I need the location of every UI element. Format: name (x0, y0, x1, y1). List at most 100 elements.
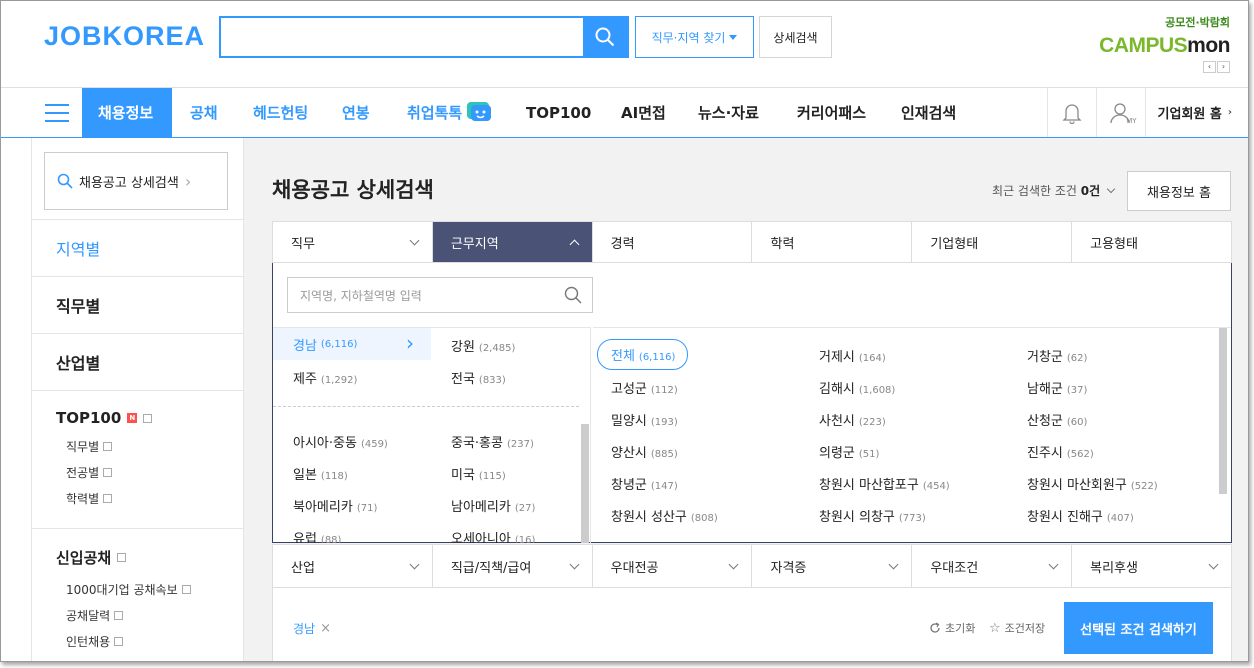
region-item[interactable]: 제주 (1,292) (293, 368, 357, 387)
scrollbar[interactable] (1219, 328, 1227, 494)
tab-job[interactable]: 직무 (273, 222, 433, 262)
my-page-button[interactable]: MY (1095, 88, 1145, 137)
selected-tag[interactable]: 경남 × (293, 620, 331, 637)
sidebar-item-industry[interactable]: 산업별 (32, 333, 244, 389)
detail-search-link[interactable]: 채용공고 상세검색 › (44, 152, 228, 210)
subregion-item[interactable]: 창원시 성산구 (808) (611, 506, 718, 525)
corp-home-button[interactable]: 기업회원 홈 › (1144, 88, 1248, 137)
prev-icon[interactable]: ‹ (1203, 61, 1216, 73)
tab-region[interactable]: 근무지역 (432, 222, 593, 262)
region-item[interactable]: 미국 (115) (451, 464, 506, 483)
filter-tabs-bottom: 산업 직급/직책/급여 우대전공 자격증 우대조건 복리후생 (272, 544, 1232, 588)
top100-sub-edu[interactable]: 학력별 (66, 485, 244, 511)
subregion-item[interactable]: 창원시 마산합포구 (454) (819, 474, 950, 493)
chevron-down-icon (729, 559, 739, 569)
region-count: (833) (478, 375, 506, 386)
notification-button[interactable] (1046, 88, 1096, 137)
tab-welfare[interactable]: 복리후생 (1072, 545, 1231, 587)
region-item[interactable]: 전국 (833) (451, 368, 506, 387)
region-item[interactable]: 중국·홍콩 (237) (451, 432, 534, 451)
save-condition-button[interactable]: ☆ 조건저장 (989, 620, 1045, 636)
subregion-count: (407) (1106, 513, 1134, 524)
logo[interactable]: JOBKOREA (44, 21, 205, 52)
search-icon (595, 27, 615, 47)
tab-license[interactable]: 자격증 (752, 545, 913, 587)
detail-search-button[interactable]: 상세검색 (759, 16, 832, 58)
subregion-item[interactable]: 산청군 (60) (1027, 410, 1087, 429)
region-item[interactable]: 유럽 (88) (293, 528, 341, 543)
search-input[interactable] (221, 18, 583, 56)
menu-icon[interactable] (45, 104, 69, 122)
region-search-input[interactable]: 지역명, 지하철역명 입력 (287, 277, 593, 313)
subregion-item-all[interactable]: 전체 (6,116) (597, 339, 689, 370)
recruit-home-button[interactable]: 채용정보 홈 (1127, 171, 1231, 211)
tab-company-type[interactable]: 기업형태 (912, 222, 1073, 262)
nav-item-headhunting[interactable]: 헤드헌팅 (253, 88, 308, 137)
nav-item-salary[interactable]: 연봉 (342, 88, 370, 137)
region-item[interactable]: 일본 (118) (293, 464, 348, 483)
subregion-item[interactable]: 창원시 마산회원구 (522) (1027, 474, 1158, 493)
subregion-item[interactable]: 창녕군 (147) (611, 474, 678, 493)
nav-item-talk[interactable]: 취업톡톡 (407, 88, 493, 137)
gongchae-sub-calendar[interactable]: 공채달력 (66, 602, 244, 628)
region-item-gyeongnam[interactable]: 경남 (6,116) › (273, 328, 431, 360)
region-item[interactable]: 오세아니아 (16) (451, 528, 535, 543)
top100-sub-job[interactable]: 직무별 (66, 433, 244, 459)
tab-position[interactable]: 직급/직책/급여 (433, 545, 593, 587)
subregion-count: (6,116) (638, 352, 676, 363)
tab-education[interactable]: 학력 (752, 222, 913, 262)
search-selected-button[interactable]: 선택된 조건 검색하기 (1064, 602, 1213, 654)
sidebar-item-region[interactable]: 지역별 (32, 219, 244, 275)
nav-item-talent-search[interactable]: 인재검색 (901, 88, 956, 137)
search-button[interactable] (583, 18, 627, 56)
gongchae-sub-intern[interactable]: 인턴채용 (66, 628, 244, 654)
job-area-button[interactable]: 직무·지역 찾기 (635, 16, 754, 58)
tab-career[interactable]: 경력 (593, 222, 753, 262)
campusmon-banner[interactable]: 공모전·박람회 CAMPUSmon ‹ › (1090, 14, 1230, 76)
subregion-item[interactable]: 양산시 (885) (611, 442, 678, 461)
subregion-item[interactable]: 거창군 (62) (1027, 346, 1087, 365)
region-item[interactable]: 남아메리카 (27) (451, 496, 535, 515)
subregion-count: (193) (650, 417, 678, 428)
subregion-count: (223) (858, 417, 886, 428)
nav-item-recruit[interactable]: 채용정보 (82, 88, 172, 137)
top100-head[interactable]: TOP100 N (56, 409, 244, 427)
recent-search[interactable]: 최근 검색한 조건 0건 (992, 182, 1116, 199)
chevron-down-icon (569, 559, 580, 569)
scrollbar[interactable] (581, 424, 589, 543)
tab-employment-type[interactable]: 고용형태 (1072, 222, 1231, 262)
top100-sub-major[interactable]: 전공별 (66, 459, 244, 485)
subregion-item[interactable]: 진주시 (562) (1027, 442, 1094, 461)
nav-item-news[interactable]: 뉴스·자료 (698, 88, 759, 137)
subregion-item[interactable]: 창원시 의창구 (773) (819, 506, 926, 525)
subregion-item[interactable]: 창원시 진해구 (407) (1027, 506, 1134, 525)
sidebar-item-job[interactable]: 직무별 (32, 276, 244, 332)
nav-item-top100[interactable]: TOP100 (526, 88, 591, 137)
next-icon[interactable]: › (1217, 61, 1230, 73)
tab-major[interactable]: 우대전공 (593, 545, 753, 587)
subregion-count: (164) (858, 353, 886, 364)
subregion-item[interactable]: 의령군 (51) (819, 442, 879, 461)
region-item[interactable]: 아시아·중동 (459) (293, 432, 388, 451)
region-item[interactable]: 강원 (2,485) (451, 336, 515, 355)
tab-industry[interactable]: 산업 (273, 545, 433, 587)
subregion-item[interactable]: 거제시 (164) (819, 346, 886, 365)
nav-item-gongchae[interactable]: 공채 (190, 88, 218, 137)
subregion-item[interactable]: 남해군 (37) (1027, 378, 1087, 397)
subregion-item[interactable]: 밀양시 (193) (611, 410, 678, 429)
subregion-count: (51) (858, 449, 880, 460)
region-name: 제주 (293, 372, 317, 387)
subregion-item[interactable]: 고성군 (112) (611, 378, 678, 397)
nav-item-ai-interview[interactable]: AI면접 (621, 88, 666, 137)
gongchae-sub-news[interactable]: 1000대기업 공채속보 (66, 576, 244, 602)
subregion-item[interactable]: 사천시 (223) (819, 410, 886, 429)
gongchae-head[interactable]: 신입공채 (56, 547, 244, 568)
tab-preference[interactable]: 우대조건 (912, 545, 1073, 587)
reset-button[interactable]: 초기화 (929, 620, 975, 636)
expand-icon (117, 553, 127, 562)
region-count: (71) (356, 503, 378, 514)
close-icon[interactable]: × (320, 621, 331, 636)
subregion-item[interactable]: 김해시 (1,608) (819, 378, 895, 397)
nav-item-careerpath[interactable]: 커리어패스 (797, 88, 866, 137)
region-item[interactable]: 북아메리카 (71) (293, 496, 377, 515)
